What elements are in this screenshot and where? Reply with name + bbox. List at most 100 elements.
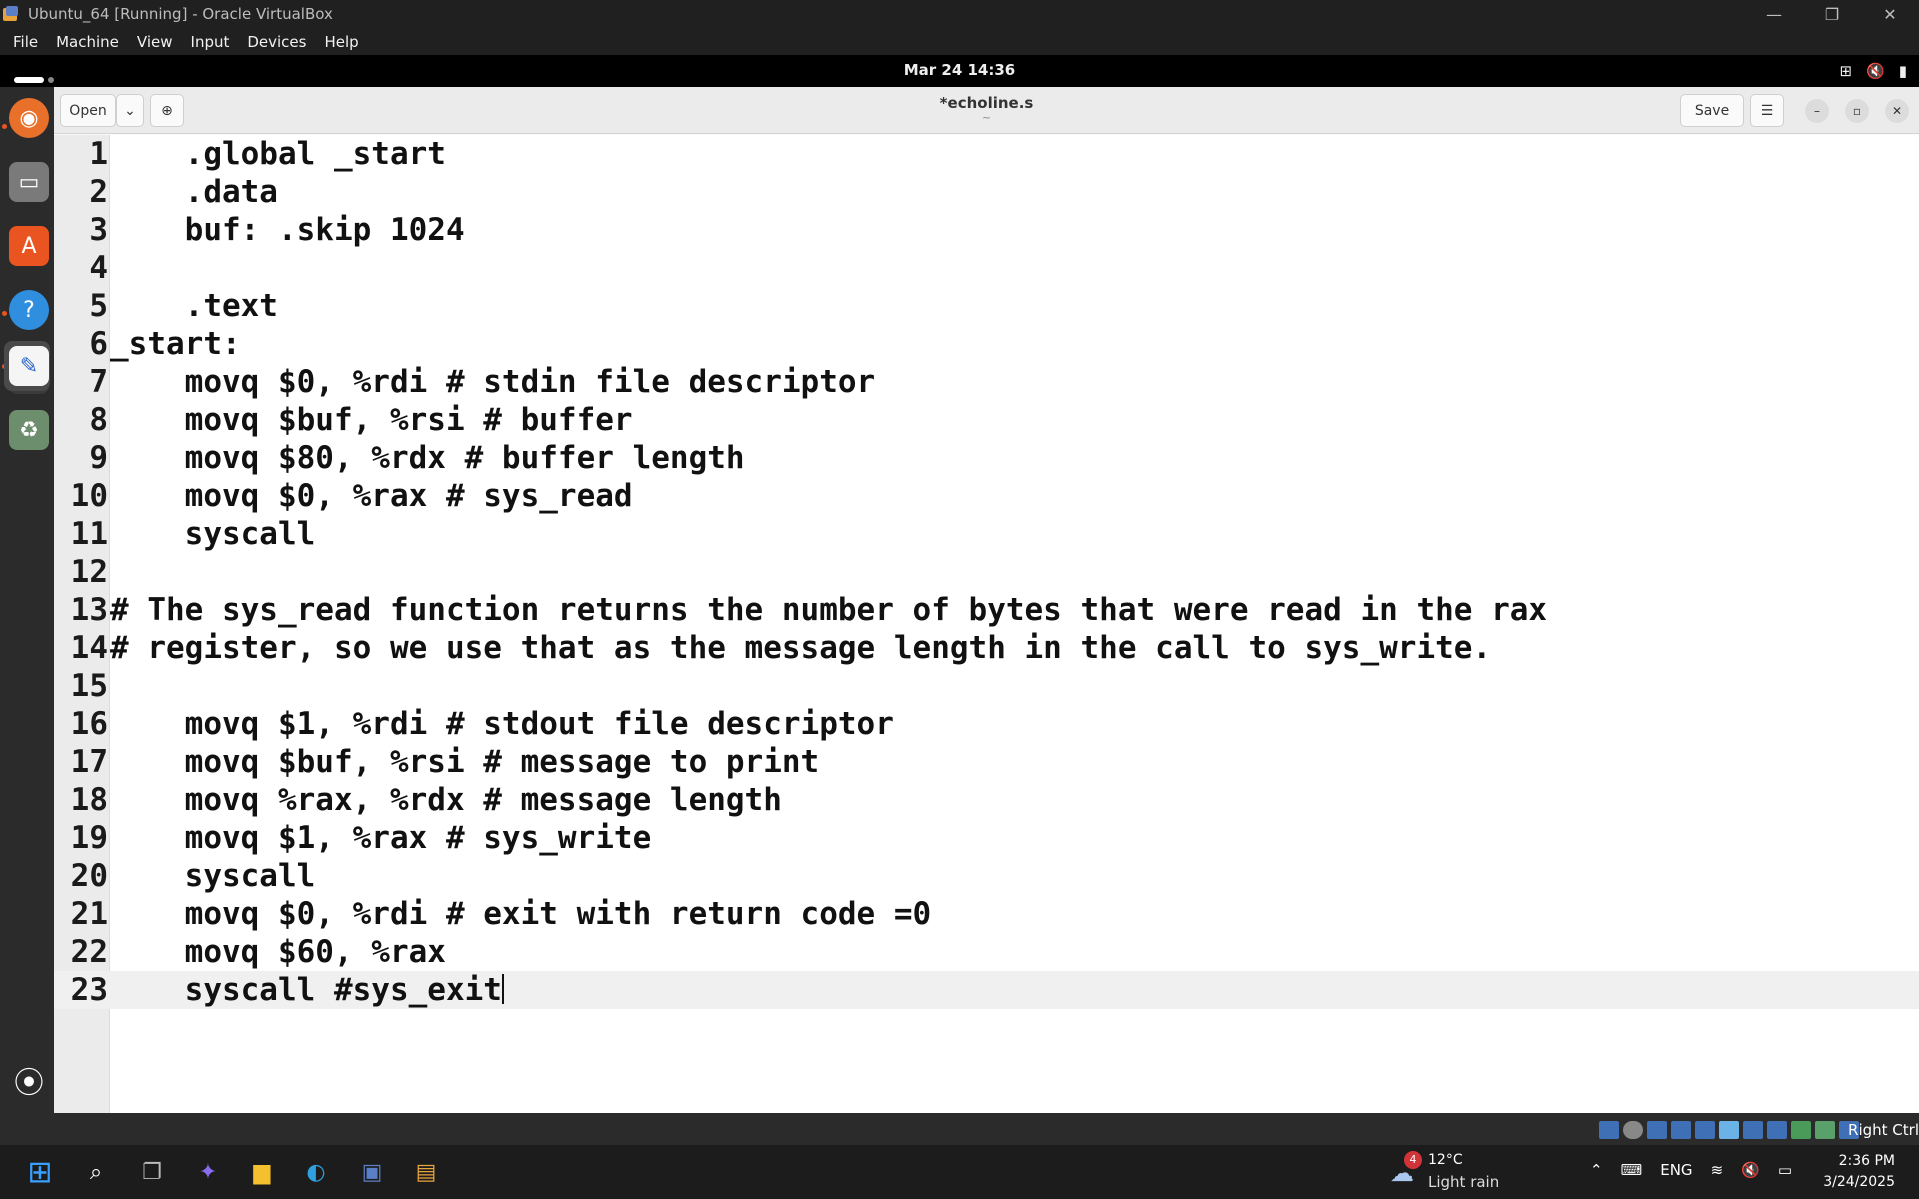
show-apps-icon[interactable]: ⦿ [9, 1060, 49, 1101]
code-line[interactable]: 17 movq $buf, %rsi # message to print [54, 743, 1919, 781]
copilot-icon[interactable]: ✦ [190, 1154, 226, 1190]
line-text[interactable]: movq $0, %rdi # exit with return code =0 [110, 895, 932, 933]
line-text[interactable]: movq $1, %rdi # stdout file descriptor [110, 705, 894, 743]
speaker-muted-icon[interactable]: 🔇 [1741, 1161, 1760, 1179]
search-icon[interactable]: ⌕ [78, 1154, 114, 1190]
virtualbox-vm-taskbar-icon[interactable]: ▤ [408, 1154, 444, 1190]
code-editor[interactable]: 1 .global _start 2 .data 3 buf: .skip 1024… [54, 135, 1919, 1113]
gnome-topbar: Mar 24 14:36 ⊞ 🔇 ▮ [0, 55, 1919, 87]
usb-icon[interactable] [1695, 1121, 1715, 1139]
virtualbox-taskbar-icon[interactable]: ▣ [354, 1154, 390, 1190]
keyboard-icon[interactable]: ⌨ [1621, 1161, 1643, 1179]
code-line[interactable]: 16 movq $1, %rdi # stdout file descripto… [54, 705, 1919, 743]
minimize-button[interactable]: — [1745, 0, 1803, 28]
code-line[interactable]: 12 [54, 553, 1919, 591]
taskbar-clock[interactable]: 2:36 PM 3/24/2025 [1823, 1151, 1895, 1193]
line-text[interactable]: movq $80, %rdx # buffer length [110, 439, 745, 477]
menu-view[interactable]: View [128, 33, 182, 51]
line-text[interactable]: buf: .skip 1024 [110, 211, 465, 249]
line-text[interactable]: syscall [110, 515, 316, 553]
language-indicator[interactable]: ENG [1660, 1161, 1692, 1179]
display-icon[interactable] [1743, 1121, 1763, 1139]
code-line[interactable]: 15 [54, 667, 1919, 705]
code-line[interactable]: 19 movq $1, %rax # sys_write [54, 819, 1919, 857]
code-line[interactable]: 22 movq $60, %rax [54, 933, 1919, 971]
edge-icon[interactable]: ◐ [298, 1154, 334, 1190]
network-adapter-icon[interactable] [1671, 1121, 1691, 1139]
code-line[interactable]: 13 # The sys_read function returns the nu… [54, 591, 1919, 629]
line-text[interactable]: _start: [110, 325, 241, 363]
recording-icon[interactable] [1767, 1121, 1787, 1139]
line-text[interactable]: .global _start [110, 135, 446, 173]
line-text[interactable]: syscall #sys_exit [110, 971, 504, 1009]
code-line[interactable]: 1 .global _start [54, 135, 1919, 173]
system-menu[interactable]: ⊞ 🔇 ▮ [1839, 62, 1907, 80]
code-line[interactable]: 11 syscall [54, 515, 1919, 553]
close-button[interactable]: ✕ [1861, 0, 1919, 28]
cpu-icon[interactable] [1791, 1121, 1811, 1139]
app-center-icon[interactable]: A [9, 226, 49, 266]
hard-disk-icon[interactable] [1599, 1121, 1619, 1139]
help-icon[interactable]: ? [9, 290, 49, 330]
file-explorer-icon[interactable]: ▆ [244, 1154, 280, 1190]
menu-machine[interactable]: Machine [47, 33, 128, 51]
code-line[interactable]: 6 _start: [54, 325, 1919, 363]
firefox-icon[interactable]: ◉ [9, 98, 49, 138]
document-title: *echoline.s [939, 94, 1034, 112]
close-icon[interactable]: ✕ [1885, 99, 1909, 123]
code-line[interactable]: 21 movq $0, %rdi # exit with return code… [54, 895, 1919, 933]
optical-drive-icon[interactable] [1623, 1121, 1643, 1139]
files-icon[interactable]: ▭ [9, 162, 49, 202]
trash-icon[interactable]: ♻ [9, 410, 49, 450]
line-text[interactable]: movq $buf, %rsi # message to print [110, 743, 820, 781]
minimize-icon[interactable]: – [1805, 99, 1829, 123]
code-line[interactable]: 4 [54, 249, 1919, 287]
code-line[interactable]: 8 movq $buf, %rsi # buffer [54, 401, 1919, 439]
restore-button[interactable]: ❐ [1803, 0, 1861, 28]
menu-file[interactable]: File [4, 33, 47, 51]
menu-help[interactable]: Help [315, 33, 367, 51]
line-text[interactable]: movq $1, %rax # sys_write [110, 819, 652, 857]
line-text[interactable]: # The sys_read function returns the numb… [110, 591, 1547, 629]
line-number: 3 [89, 212, 108, 248]
line-text[interactable]: movq $60, %rax [110, 933, 446, 971]
line-text[interactable]: syscall [110, 857, 316, 895]
task-view-icon[interactable]: ❐ [134, 1154, 170, 1190]
code-line[interactable]: 7 movq $0, %rdi # stdin file descriptor [54, 363, 1919, 401]
line-text[interactable]: .data [110, 173, 278, 211]
code-line[interactable]: 18 movq %rax, %rdx # message length [54, 781, 1919, 819]
line-text[interactable]: movq $0, %rdi # stdin file descriptor [110, 363, 876, 401]
line-text[interactable]: .text [110, 287, 278, 325]
text-editor-window: Open ⌄ ⊕ *echoline.s ~ Save ☰ – ▫ ✕ 1 .g… [54, 87, 1919, 1113]
start-windows-icon[interactable]: ⊞ [22, 1154, 58, 1190]
code-line[interactable]: 2 .data [54, 173, 1919, 211]
code-line[interactable]: 3 buf: .skip 1024 [54, 211, 1919, 249]
line-number: 1 [89, 136, 108, 172]
shared-folders-icon[interactable] [1719, 1121, 1739, 1139]
line-number: 17 [70, 744, 108, 780]
code-lines[interactable]: 1 .global _start 2 .data 3 buf: .skip 1024… [54, 135, 1919, 1009]
code-line[interactable]: 23 syscall #sys_exit [54, 971, 1919, 1009]
menu-input[interactable]: Input [182, 33, 239, 51]
code-line[interactable]: 5 .text [54, 287, 1919, 325]
text-editor-icon[interactable]: ✎ [9, 346, 49, 386]
hamburger-menu-icon[interactable]: ☰ [1750, 94, 1784, 127]
audio-icon[interactable] [1647, 1121, 1667, 1139]
code-line[interactable]: 14 # register, so we use that as the mess… [54, 629, 1919, 667]
code-line[interactable]: 20 syscall [54, 857, 1919, 895]
line-text[interactable]: # register, so we use that as the messag… [110, 629, 1491, 667]
line-text[interactable]: movq $buf, %rsi # buffer [110, 401, 633, 439]
line-text[interactable]: movq %rax, %rdx # message length [110, 781, 782, 819]
maximize-icon[interactable]: ▫ [1845, 99, 1869, 123]
chevron-up-icon[interactable]: ⌃ [1590, 1161, 1603, 1179]
save-button[interactable]: Save [1680, 94, 1744, 127]
battery-tray-icon[interactable]: ▭ [1778, 1161, 1792, 1179]
vbox-device-icons[interactable] [1599, 1121, 1859, 1139]
mouse-integration-icon[interactable] [1815, 1121, 1835, 1139]
wifi-icon[interactable]: ≋ [1711, 1161, 1724, 1179]
clock[interactable]: Mar 24 14:36 [0, 61, 1919, 79]
menu-devices[interactable]: Devices [238, 33, 315, 51]
code-line[interactable]: 10 movq $0, %rax # sys_read [54, 477, 1919, 515]
code-line[interactable]: 9 movq $80, %rdx # buffer length [54, 439, 1919, 477]
line-text[interactable]: movq $0, %rax # sys_read [110, 477, 633, 515]
